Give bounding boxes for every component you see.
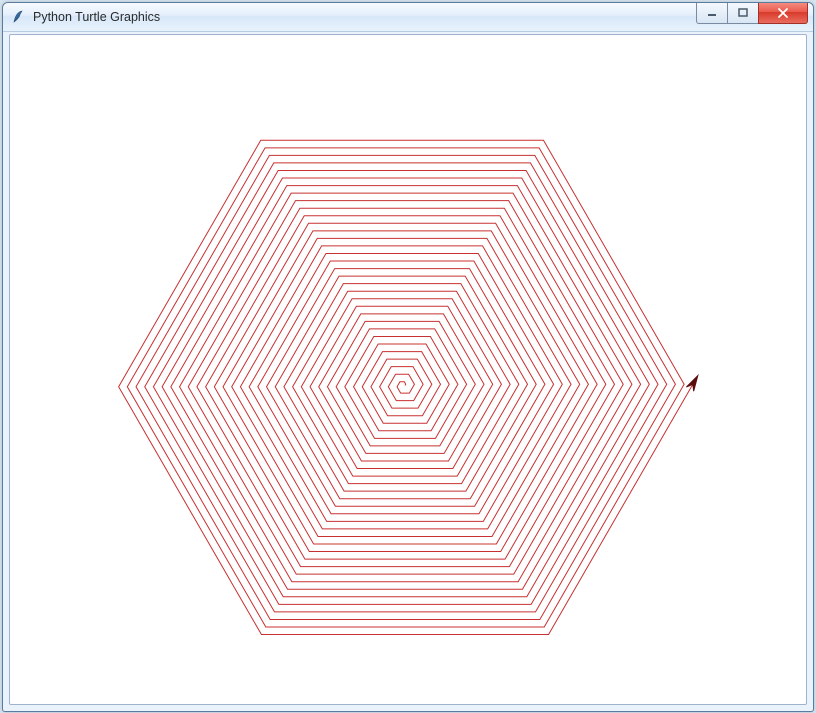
window-title: Python Turtle Graphics	[33, 10, 697, 24]
turtle-canvas	[9, 34, 807, 705]
hexagon-spiral-path	[119, 140, 693, 634]
python-feather-icon	[11, 9, 27, 25]
maximize-button[interactable]	[727, 3, 759, 24]
turtle-cursor-icon	[686, 376, 697, 392]
close-button[interactable]	[758, 3, 808, 24]
app-window: Python Turtle Graphics	[2, 2, 814, 712]
window-controls	[697, 3, 813, 31]
titlebar[interactable]: Python Turtle Graphics	[3, 3, 813, 32]
turtle-drawing	[10, 35, 806, 704]
minimize-button[interactable]	[696, 3, 728, 24]
